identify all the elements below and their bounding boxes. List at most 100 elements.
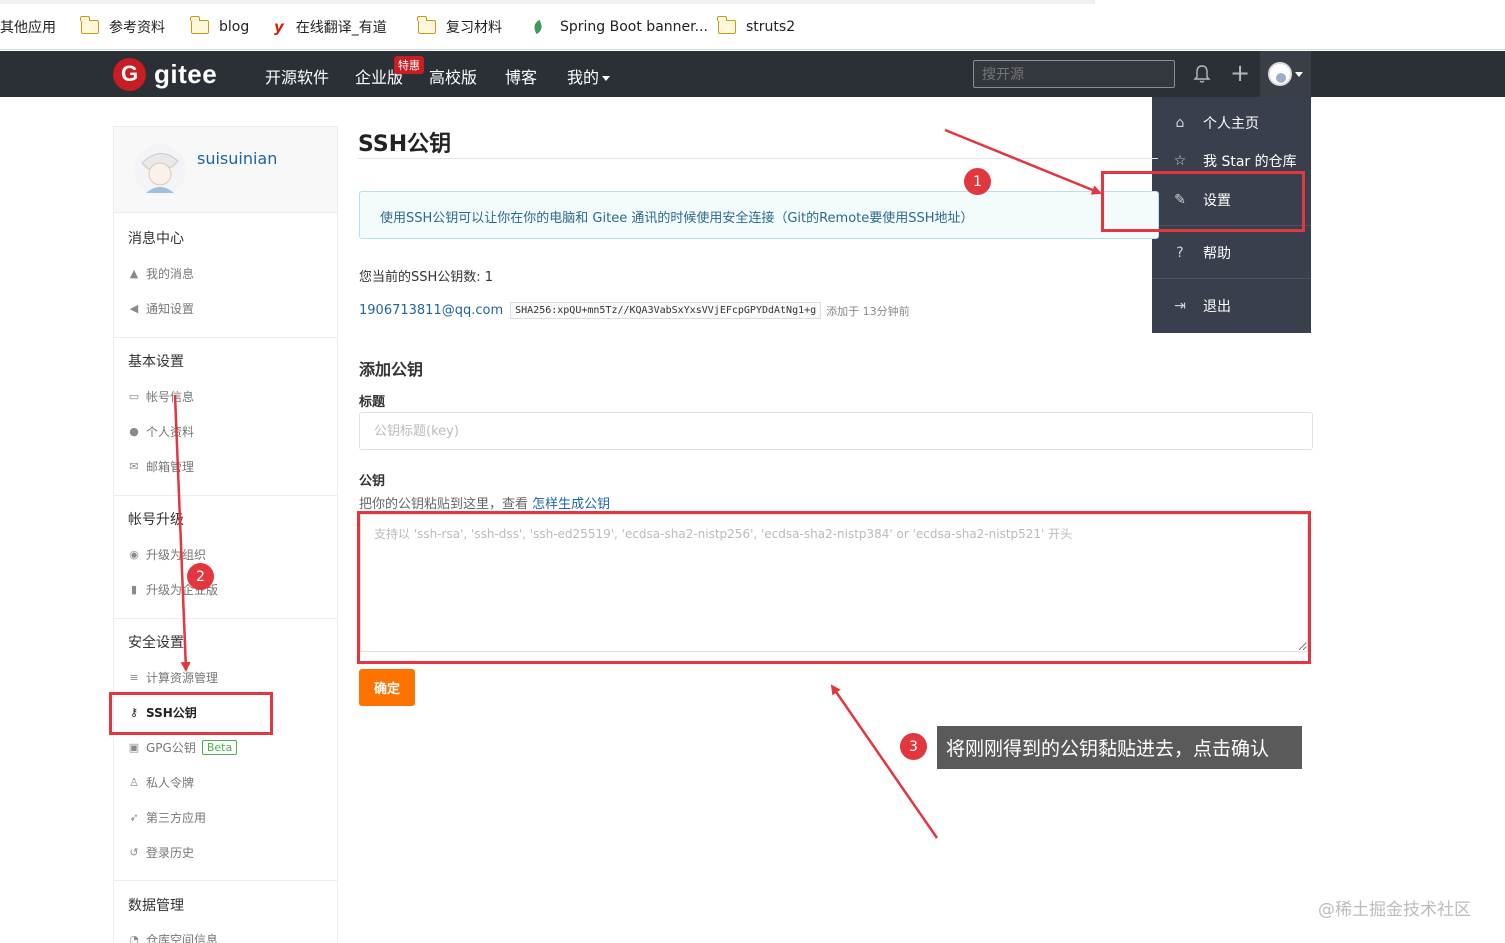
folder-icon xyxy=(417,16,436,34)
search-input[interactable] xyxy=(973,60,1175,88)
folder-icon xyxy=(80,16,99,34)
bookmark-reference[interactable]: 参考资料 xyxy=(80,16,165,37)
bookmark-label: Spring Boot banner... xyxy=(560,19,708,35)
hint-text: 把你的公钥粘贴到这里，查看 xyxy=(359,497,529,512)
ssh-key-row: 1906713811@qq.com SHA256:xpQU+mn5Tz//KQA… xyxy=(359,302,910,319)
menu-item-label: 帮助 xyxy=(1203,246,1231,262)
section-upgrade: 帐号升级 xyxy=(128,512,184,528)
sidebar-item-tokens[interactable]: ♙ 私人令牌 xyxy=(128,774,194,791)
sidebar-item-label: 仓库空间信息 xyxy=(146,933,219,943)
sidebar-item-label: 登录历史 xyxy=(146,846,195,860)
key-title-link[interactable]: 1906713811@qq.com xyxy=(359,303,503,318)
username-link[interactable]: suisuinian xyxy=(197,149,277,168)
bookmark-review[interactable]: 复习材料 xyxy=(417,16,502,37)
enterprise-promo-badge: 特惠 xyxy=(394,56,424,74)
bell-icon[interactable] xyxy=(1193,64,1211,84)
bookmark-label: 参考资料 xyxy=(109,20,165,36)
sidebar-item-label: 私人令牌 xyxy=(146,776,195,790)
rocket-icon: ➶ xyxy=(129,811,139,824)
menu-item-help[interactable]: ? 帮助 xyxy=(1152,238,1311,268)
sidebar-item-label: 帐号信息 xyxy=(146,390,195,404)
sidebar-item-notifications[interactable]: ◀ 通知设置 xyxy=(128,300,194,317)
list-icon: ≡ xyxy=(129,671,139,684)
sidebar-item-my-messages[interactable]: ▲ 我的消息 xyxy=(128,265,194,282)
bookmark-spring-boot[interactable]: Spring Boot banner... xyxy=(532,17,708,37)
sidebar-item-storage[interactable]: ◔ 仓库空间信息 xyxy=(128,931,218,943)
sidebar-item-label: 我的消息 xyxy=(146,267,195,281)
menu-item-label: 个人主页 xyxy=(1203,116,1259,132)
menu-item-logout[interactable]: ⇥ 退出 xyxy=(1152,291,1311,321)
menu-item-label: 退出 xyxy=(1203,299,1231,315)
key-hint: 把你的公钥粘贴到这里，查看 怎样生成公钥 xyxy=(359,493,610,512)
settings-sidebar: suisuinian 消息中心 ▲ 我的消息 ◀ 通知设置 基本设置 ▭ 帐号信… xyxy=(113,126,338,943)
bookmark-icon: ▮ xyxy=(130,583,138,596)
sidebar-item-login-history[interactable]: ↺ 登录历史 xyxy=(128,844,194,861)
annotation-box-settings xyxy=(1101,171,1305,232)
avatar[interactable] xyxy=(132,141,188,199)
history-icon: ↺ xyxy=(129,846,139,859)
bookmarks-bar: 其他应用 参考资料 blog y 在线翻译_有道 复习材料 Spring Boo… xyxy=(0,0,1505,50)
page-title: SSH公钥 xyxy=(358,132,452,157)
chevron-down-icon xyxy=(1295,71,1303,77)
add-key-heading: 添加公钥 xyxy=(359,360,424,379)
section-divider xyxy=(114,880,337,881)
section-divider xyxy=(114,495,337,496)
sidebar-item-label: 邮箱管理 xyxy=(146,460,195,474)
menu-divider xyxy=(1152,278,1311,279)
bookmark-other-apps[interactable]: 其他应用 xyxy=(0,17,56,37)
annotation-box-textarea xyxy=(357,511,1311,664)
how-to-generate-link[interactable]: 怎样生成公钥 xyxy=(532,497,610,512)
bookmark-label: 在线翻译_有道 xyxy=(295,20,387,36)
confirm-button[interactable]: 确定 xyxy=(359,669,415,706)
bookmark-struts2[interactable]: struts2 xyxy=(717,16,796,37)
title-label: 标题 xyxy=(359,395,386,410)
youdao-icon: y xyxy=(274,18,284,36)
avatar xyxy=(1268,62,1292,86)
sidebar-item-upgrade-org[interactable]: ◉ 升级为组织 xyxy=(128,546,206,563)
plus-icon[interactable]: + xyxy=(1230,61,1250,85)
sidebar-item-compute[interactable]: ≡ 计算资源管理 xyxy=(128,669,218,686)
user-menu-toggle[interactable] xyxy=(1260,51,1311,97)
bookmark-label: struts2 xyxy=(746,19,796,35)
home-icon: ⌂ xyxy=(1175,115,1185,131)
instruction-callout: 将刚刚得到的公钥黏贴进去，点击确认 xyxy=(937,726,1302,769)
section-security: 安全设置 xyxy=(128,635,184,651)
nav-open-source[interactable]: 开源软件 xyxy=(265,64,329,88)
nav-blog[interactable]: 博客 xyxy=(505,64,537,88)
logout-icon: ⇥ xyxy=(1174,298,1186,314)
step-1-badge: 1 xyxy=(964,168,991,195)
sidebar-item-label: 第三方应用 xyxy=(146,811,207,825)
sidebar-item-label: 升级为组织 xyxy=(146,548,207,562)
lock-icon: ▣ xyxy=(128,741,140,754)
section-basic: 基本设置 xyxy=(128,354,184,370)
section-data: 数据管理 xyxy=(128,898,184,914)
sidebar-item-gpg-keys[interactable]: ▣ GPG公钥 Beta xyxy=(128,739,238,756)
user-icon: ● xyxy=(129,425,139,438)
bookmark-blog[interactable]: blog xyxy=(190,16,250,37)
sidebar-item-third-party[interactable]: ➶ 第三方应用 xyxy=(128,809,206,826)
sidebar-item-account[interactable]: ▭ 帐号信息 xyxy=(128,388,194,405)
sidebar-item-email[interactable]: ✉ 邮箱管理 xyxy=(128,458,194,475)
key-fingerprint: SHA256:xpQU+mn5Tz//KQA3VabSxYxsVVjEFcpGP… xyxy=(510,302,822,319)
info-message: 使用SSH公钥可以让你在你的电脑和 Gitee 通讯的时候使用安全连接（Git的… xyxy=(359,191,1159,239)
section-messages: 消息中心 xyxy=(128,231,184,247)
nav-education[interactable]: 高校版 xyxy=(429,64,477,88)
sidebar-item-profile[interactable]: ● 个人资料 xyxy=(128,423,194,440)
public-key-label: 公钥 xyxy=(359,474,386,489)
bookmark-label: blog xyxy=(219,19,250,35)
logo-text: gitee xyxy=(154,58,218,89)
beta-badge: Beta xyxy=(201,740,238,755)
menu-item-home[interactable]: ⌂ 个人主页 xyxy=(1152,108,1311,138)
chevron-down-icon xyxy=(602,76,611,81)
key-title-input[interactable] xyxy=(359,412,1313,450)
bookmark-youdao[interactable]: y 在线翻译_有道 xyxy=(274,17,387,37)
arrow-to-confirm xyxy=(830,684,939,839)
mail-icon: ✉ xyxy=(129,460,139,473)
nav-mine[interactable]: 我的 xyxy=(567,64,611,88)
menu-item-label: 我 Star 的仓库 xyxy=(1203,154,1297,170)
token-icon: ♙ xyxy=(129,776,139,789)
folder-icon xyxy=(190,16,209,34)
group-icon: ◉ xyxy=(129,548,139,561)
gitee-logo[interactable]: G gitee xyxy=(113,57,217,91)
key-count-text: 您当前的SSH公钥数: 1 xyxy=(359,270,494,285)
